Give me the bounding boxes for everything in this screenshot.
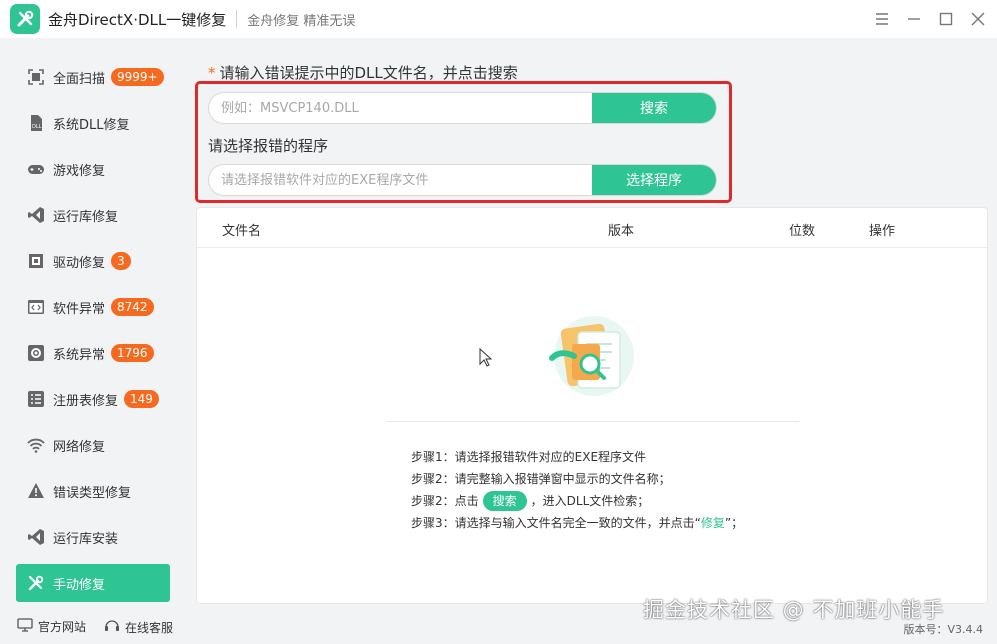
app-slogan: 金舟修复 精准无误 <box>247 13 356 29</box>
badge-system-error: 1796 <box>111 344 154 362</box>
warning-icon <box>26 481 46 501</box>
column-filename: 文件名 <box>222 224 262 239</box>
official-website-link[interactable]: 官方网站 <box>17 618 86 635</box>
online-support-link[interactable]: 在线客服 <box>104 618 173 636</box>
sidebar: 全面扫描 9999+ DLL 系统DLL修复 游戏修复 运行库修复 驱动修复 3… <box>0 38 186 608</box>
sidebar-item-network-repair[interactable]: 网络修复 <box>16 426 170 464</box>
badge-driver: 3 <box>111 252 131 270</box>
title-bar: 金舟DirectX·DLL一键修复 金舟修复 精准无误 <box>0 0 997 38</box>
minimize-icon[interactable] <box>905 10 923 28</box>
column-action: 操作 <box>869 224 896 239</box>
select-program-button[interactable]: 选择程序 <box>592 165 716 195</box>
dll-file-icon: DLL <box>26 113 46 133</box>
step-1: 步骤1：请选择报错软件对应的EXE程序文件 <box>411 450 647 464</box>
repair-keyword: 修复 <box>700 516 725 530</box>
column-bits: 位数 <box>789 224 816 239</box>
scan-icon <box>26 67 46 87</box>
column-version: 版本 <box>608 224 635 239</box>
sidebar-item-error-type-repair[interactable]: 错误类型修复 <box>16 472 170 510</box>
close-icon[interactable] <box>969 10 987 28</box>
gear-icon <box>26 343 46 363</box>
instruction-steps: 步骤1：请选择报错软件对应的EXE程序文件 步骤2：请完整输入报错弹窗中显示的文… <box>411 446 743 534</box>
step-2a: 步骤2：请完整输入报错弹窗中显示的文件名称； <box>411 472 671 486</box>
required-star: * <box>208 64 216 82</box>
gamepad-icon <box>26 159 46 179</box>
sidebar-item-runtime-install[interactable]: 运行库安装 <box>16 518 170 556</box>
badge-software-error: 8742 <box>111 298 154 316</box>
window-controls <box>873 0 987 38</box>
program-select-row: 选择程序 <box>208 164 717 196</box>
sidebar-item-system-error[interactable]: 系统异常 1796 <box>16 334 170 372</box>
app-title: 金舟DirectX·DLL一键修复 <box>48 10 227 29</box>
sidebar-item-runtime-repair[interactable]: 运行库修复 <box>16 196 170 234</box>
visual-studio-icon <box>26 205 46 225</box>
step-3: 步骤3：请选择与输入文件名完全一致的文件，并点击 “修复”； <box>411 512 743 534</box>
sidebar-item-registry-repair[interactable]: 注册表修复 149 <box>16 380 170 418</box>
step-2b: 步骤2：点击 搜索 ，进入DLL文件检索； <box>411 490 743 512</box>
tools-icon <box>26 573 46 593</box>
list-icon <box>26 389 46 409</box>
runtime-install-icon <box>26 527 46 547</box>
dll-name-input[interactable] <box>209 93 592 123</box>
dll-prompt-text: 请输入错误提示中的DLL文件名，并点击搜索 <box>219 64 518 82</box>
sidebar-item-driver-repair[interactable]: 驱动修复 3 <box>16 242 170 280</box>
section-divider <box>387 421 799 422</box>
sidebar-item-software-error[interactable]: 软件异常 8742 <box>16 288 170 326</box>
watermark-text: 掘金技术社区 @ 不加班小能手 <box>643 598 945 622</box>
headset-icon <box>104 618 120 636</box>
dll-search-row: 搜索 <box>208 92 717 124</box>
dll-prompt: * 请输入错误提示中的DLL文件名，并点击搜索 <box>208 62 518 83</box>
program-label: 请选择报错的程序 <box>208 137 329 155</box>
app-logo-icon <box>10 4 40 34</box>
program-path-input[interactable] <box>209 165 592 195</box>
results-panel: 文件名 版本 位数 操作 步骤1：请选择报错软件对应的EXE程序文件 步骤2：请… <box>196 207 988 604</box>
sidebar-item-full-scan[interactable]: 全面扫描 9999+ <box>16 58 170 96</box>
search-button[interactable]: 搜索 <box>592 93 716 123</box>
empty-state-illustration-icon <box>542 310 642 400</box>
badge-registry: 149 <box>124 390 159 408</box>
maximize-icon[interactable] <box>937 10 955 28</box>
mouse-cursor-icon <box>479 347 493 372</box>
driver-icon <box>26 251 46 271</box>
sidebar-item-system-dll[interactable]: DLL 系统DLL修复 <box>16 104 170 142</box>
wifi-icon <box>26 435 46 455</box>
code-window-icon <box>26 297 46 317</box>
monitor-icon <box>17 618 33 635</box>
sidebar-item-game-repair[interactable]: 游戏修复 <box>16 150 170 188</box>
sidebar-item-manual-repair[interactable]: 手动修复 <box>16 564 170 602</box>
svg-text:DLL: DLL <box>32 124 42 130</box>
title-divider <box>236 10 238 28</box>
step-search-button[interactable]: 搜索 <box>482 491 527 511</box>
menu-icon[interactable] <box>873 10 891 28</box>
badge-full-scan: 9999+ <box>111 68 164 86</box>
table-header: 文件名 版本 位数 操作 <box>197 208 987 248</box>
